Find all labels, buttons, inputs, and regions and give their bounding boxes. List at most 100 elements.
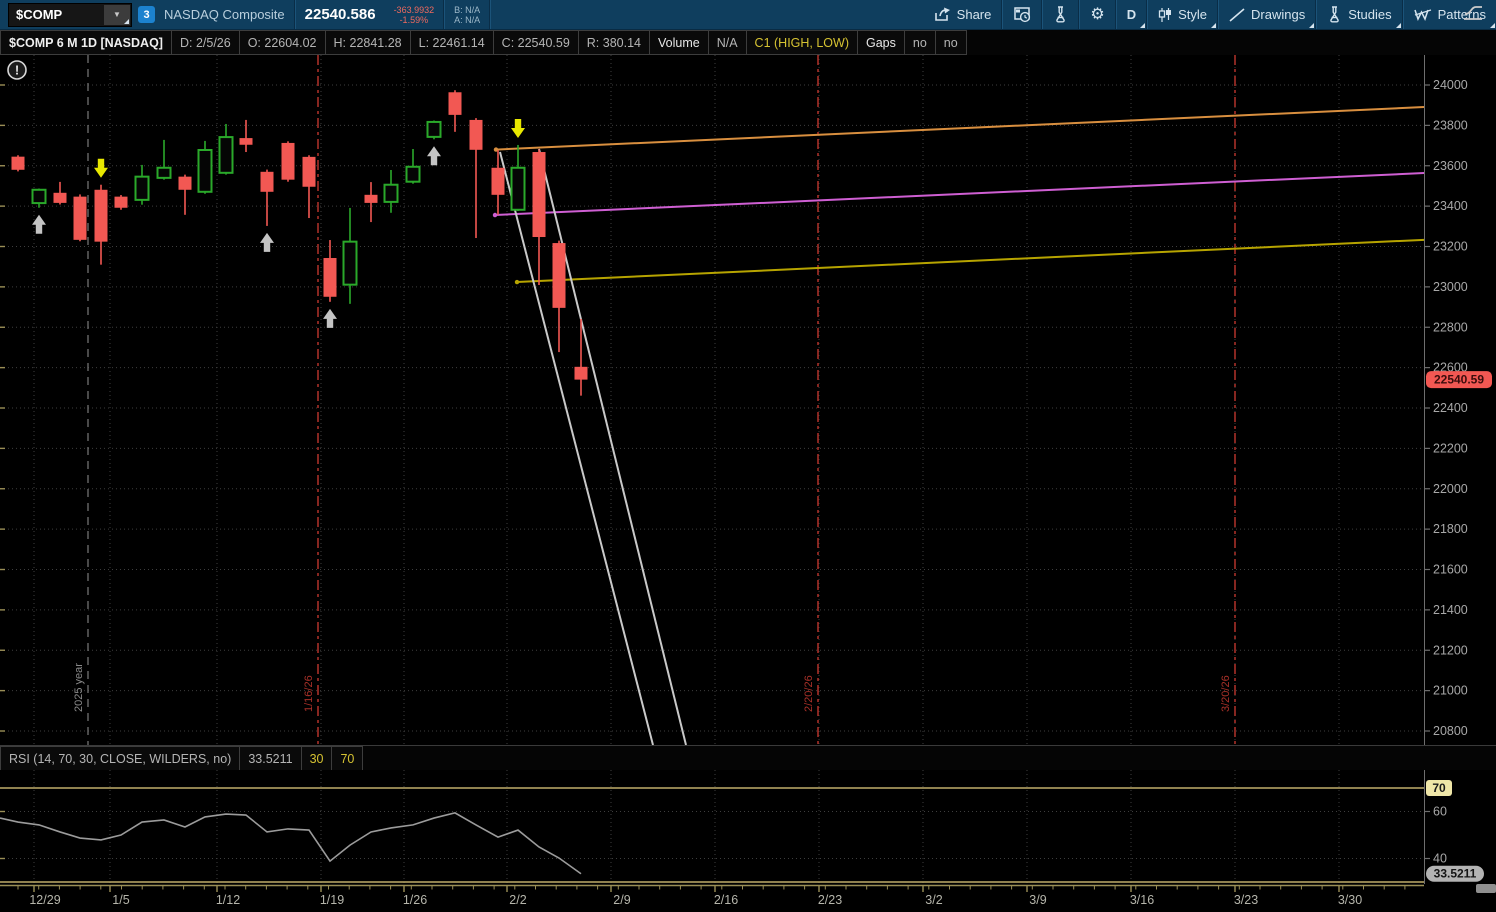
buy-signal-arrow-icon <box>32 215 46 234</box>
dropdown-caret-icon <box>1211 23 1216 28</box>
candle-body <box>136 177 149 200</box>
price-change: -363.9932 -1.59% <box>385 0 444 29</box>
buy-signal-arrow-icon <box>323 309 337 328</box>
rsi-panel[interactable]: 60407033.5211 <box>0 770 1496 884</box>
price-axis-label: 20800 <box>1433 724 1468 738</box>
status-cell[interactable]: C1 (HIGH, LOW) <box>747 30 858 55</box>
rsi-status-cell[interactable]: 33.5211 <box>240 746 301 771</box>
trendline-icon <box>1229 8 1245 22</box>
share-label: Share <box>957 7 992 22</box>
price-axis-label: 22800 <box>1433 320 1468 334</box>
instrument-name: NASDAQ Composite <box>155 0 294 29</box>
date-axis-label: 1/26 <box>403 893 427 907</box>
main-price-chart[interactable]: 2025 year1/16/262/20/263/20/26!240002380… <box>0 55 1496 745</box>
candle-body <box>33 190 46 203</box>
status-cell[interactable]: Gaps <box>858 30 905 55</box>
date-axis-label: 3/9 <box>1029 893 1046 907</box>
trendline[interactable] <box>517 240 1424 282</box>
bid-ask: B: N/A A: N/A <box>445 0 489 29</box>
dropdown-caret-icon <box>1140 23 1145 28</box>
share-button[interactable]: Share <box>924 0 1002 29</box>
channel-line[interactable] <box>539 149 686 745</box>
status-cell[interactable]: L: 22461.14 <box>411 30 494 55</box>
status-cell[interactable]: no <box>936 30 967 55</box>
date-axis-label: 2/16 <box>714 893 738 907</box>
candle-body <box>199 150 212 192</box>
date-axis-label: 1/12 <box>216 893 240 907</box>
trendline[interactable] <box>495 173 1424 215</box>
rsi-70-bubble-value: 70 <box>1432 781 1446 795</box>
event-line-label: 2/20/26 <box>803 675 815 712</box>
candle-body <box>54 193 67 203</box>
date-axis-label: 1/19 <box>320 893 344 907</box>
price-axis-label: 22200 <box>1433 441 1468 455</box>
status-cell[interactable]: C: 22540.59 <box>494 30 579 55</box>
flask-icon <box>1053 6 1068 23</box>
rsi-axis-label: 40 <box>1433 852 1447 866</box>
status-cell[interactable]: N/A <box>709 30 747 55</box>
price-axis-label: 23400 <box>1433 199 1468 213</box>
sell-signal-arrow-icon <box>511 119 525 138</box>
symbol-input[interactable]: $COMP ▼ <box>8 3 132 27</box>
symbol-dropdown-button[interactable]: ▼ <box>104 5 130 25</box>
price-axis-label: 24000 <box>1433 78 1468 92</box>
trendline-anchor <box>515 280 519 284</box>
status-cell[interactable]: no <box>905 30 936 55</box>
candle-body <box>428 122 441 137</box>
rsi-status-cell[interactable]: 70 <box>332 746 363 771</box>
studies-label: Studies <box>1348 7 1391 22</box>
status-cell[interactable]: $COMP 6 M 1D [NASDAQ] <box>0 30 172 55</box>
candle-body <box>12 157 25 170</box>
event-line-label: 2025 year <box>73 663 85 712</box>
link-channel-badge[interactable]: 3 <box>138 6 155 23</box>
analyze-button[interactable] <box>1043 0 1078 29</box>
candle-body <box>282 143 295 180</box>
top-toolbar: $COMP ▼ 3 NASDAQ Composite 22540.586 -36… <box>0 0 1496 30</box>
price-axis-label: 22000 <box>1433 482 1468 496</box>
candle-body <box>240 138 253 145</box>
date-axis-label: 12/29 <box>29 893 60 907</box>
status-cell[interactable]: D: 2/5/26 <box>172 30 240 55</box>
candle-body <box>553 243 566 308</box>
date-axis-label: 2/2 <box>509 893 526 907</box>
timeframe-button[interactable]: D <box>1117 0 1146 29</box>
candle-body <box>512 168 525 210</box>
studies-button[interactable]: Studies <box>1317 0 1401 29</box>
trendline[interactable] <box>496 107 1424 150</box>
candle-body <box>220 137 233 173</box>
candle-body <box>470 120 483 150</box>
candle-body <box>324 258 337 297</box>
event-line-label: 1/16/26 <box>303 675 315 712</box>
settings-button[interactable]: ⚙ <box>1080 0 1114 29</box>
scale-mode-button[interactable] <box>1458 2 1488 23</box>
drawings-label: Drawings <box>1251 7 1305 22</box>
channel-line[interactable] <box>500 152 653 745</box>
dropdown-caret-icon <box>1396 23 1401 28</box>
candle-body <box>95 190 108 242</box>
rsi-status-cell[interactable]: RSI (14, 70, 30, CLOSE, WILDERS, no) <box>0 746 240 771</box>
status-cell[interactable]: R: 380.14 <box>579 30 650 55</box>
alert-clock-icon <box>1013 7 1031 23</box>
buy-signal-arrow-icon <box>260 233 274 252</box>
scrollbar-corner[interactable] <box>1476 884 1496 893</box>
style-label: Style <box>1178 7 1207 22</box>
date-axis-label: 3/23 <box>1234 893 1258 907</box>
dropdown-caret-icon <box>1309 23 1314 28</box>
last-price: 22540.586 <box>296 0 385 29</box>
candle-body <box>492 168 505 195</box>
status-cell[interactable]: H: 22841.28 <box>326 30 411 55</box>
rsi-status-cell[interactable]: 30 <box>302 746 333 771</box>
drawings-button[interactable]: Drawings <box>1219 0 1315 29</box>
style-button[interactable]: Style <box>1148 0 1217 29</box>
price-axis-label: 22400 <box>1433 401 1468 415</box>
status-cell[interactable]: O: 22604.02 <box>240 30 326 55</box>
ask-value: A: N/A <box>454 15 480 25</box>
candle-body <box>261 172 274 192</box>
alerts-button[interactable] <box>1003 0 1041 29</box>
status-cell[interactable]: Volume <box>650 30 709 55</box>
candle-body <box>407 167 420 182</box>
date-axis-label: 3/16 <box>1130 893 1154 907</box>
price-axis-label: 21000 <box>1433 684 1468 698</box>
candle-body <box>115 197 128 208</box>
date-axis[interactable]: 12/291/51/121/191/262/22/92/162/233/23/9… <box>0 884 1496 912</box>
